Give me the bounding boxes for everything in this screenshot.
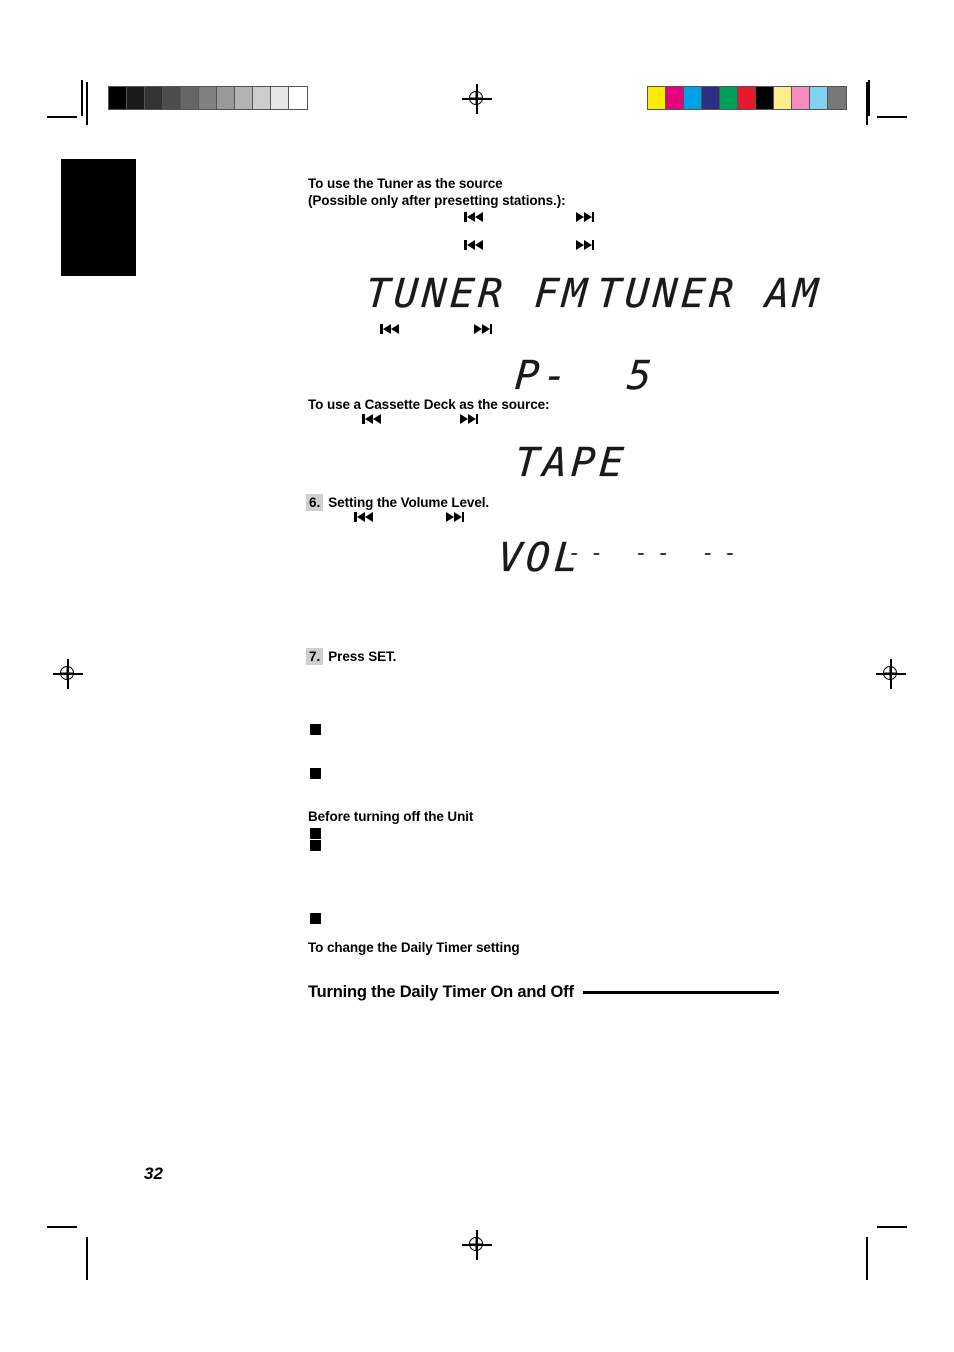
next-track-icon[interactable] xyxy=(575,239,594,250)
step-7-label: Press SET. xyxy=(328,649,397,664)
color-swatch-10 xyxy=(828,87,846,109)
step-6-row: 6. Setting the Volume Level. xyxy=(306,494,489,511)
color-swatch-0 xyxy=(648,87,666,109)
color-bar-right-tick xyxy=(868,80,870,116)
color-swatch-9 xyxy=(810,87,828,109)
lcd-display-tuner-fm: TUNER FM xyxy=(364,271,593,317)
change-daily-timer-heading: To change the Daily Timer setting xyxy=(308,940,520,955)
prev-track-icon[interactable] xyxy=(362,413,381,424)
grayscale-swatch-9 xyxy=(271,87,289,109)
color-swatch-3 xyxy=(702,87,720,109)
grayscale-swatch-6 xyxy=(217,87,235,109)
step-7-row: 7. Press SET. xyxy=(306,648,396,665)
grayscale-swatch-3 xyxy=(163,87,181,109)
lcd-display-tuner-am: TUNER AM xyxy=(595,271,824,317)
tuner-transport-row-2 xyxy=(464,239,594,250)
step-6-number: 6. xyxy=(306,494,324,511)
grayscale-swatch-1 xyxy=(127,87,145,109)
color-swatch-4 xyxy=(720,87,738,109)
grayscale-swatch-8 xyxy=(253,87,271,109)
next-track-icon[interactable] xyxy=(445,511,464,522)
trim-mark-bottom-left xyxy=(47,1226,77,1228)
grayscale-swatch-2 xyxy=(145,87,163,109)
prev-track-icon[interactable] xyxy=(354,511,373,522)
before-turning-off-heading: Before turning off the Unit xyxy=(308,809,474,824)
grayscale-swatch-0 xyxy=(109,87,127,109)
square-bullet-icon-note-4 xyxy=(310,840,321,851)
tape-transport-row xyxy=(362,413,478,424)
registration-mark-icon-bottom xyxy=(462,1230,492,1260)
registration-mark-icon-left xyxy=(53,659,83,689)
grayscale-swatch-10 xyxy=(289,87,307,109)
cassette-source-heading: To use a Cassette Deck as the source: xyxy=(308,397,550,412)
section-heading-daily-timer-on-off: Turning the Daily Timer On and Off xyxy=(308,983,779,1002)
trim-mark-right-bottom-vertical xyxy=(866,1237,868,1280)
trim-mark-top-left xyxy=(47,116,77,118)
square-bullet-icon-note-3 xyxy=(310,828,321,839)
color-calibration-bar xyxy=(647,86,847,110)
registration-mark-icon-right xyxy=(876,659,906,689)
lcd-display-preset-number: P- 5 xyxy=(513,353,658,399)
color-swatch-7 xyxy=(774,87,792,109)
color-swatch-5 xyxy=(738,87,756,109)
trim-mark-bottom-right xyxy=(877,1226,907,1228)
grayscale-swatch-5 xyxy=(199,87,217,109)
lcd-display-volume-digits: -- -- -- xyxy=(567,541,747,566)
color-swatch-6 xyxy=(756,87,774,109)
chapter-thumb-tab xyxy=(61,159,136,276)
trim-mark-left-bottom-vertical xyxy=(86,1237,88,1280)
tuner-source-heading: To use the Tuner as the source (Possible… xyxy=(308,176,566,208)
next-track-icon[interactable] xyxy=(473,323,492,334)
step-7-number: 7. xyxy=(306,648,324,665)
next-track-icon[interactable] xyxy=(575,211,594,222)
grayscale-bar-left-tick xyxy=(81,80,83,116)
step-6-label: Setting the Volume Level. xyxy=(328,495,490,510)
color-swatch-2 xyxy=(684,87,702,109)
trim-mark-top-right xyxy=(877,116,907,118)
prev-track-icon[interactable] xyxy=(380,323,399,334)
prev-track-icon[interactable] xyxy=(464,211,483,222)
lcd-display-tape: TAPE xyxy=(513,440,629,486)
color-swatch-8 xyxy=(792,87,810,109)
section-heading-text: Turning the Daily Timer On and Off xyxy=(308,983,574,1001)
volume-transport-row xyxy=(354,511,464,522)
square-bullet-icon-note-2 xyxy=(310,768,321,779)
color-swatch-1 xyxy=(666,87,684,109)
section-heading-rule xyxy=(582,991,779,994)
square-bullet-icon-note-5 xyxy=(310,913,321,924)
grayscale-swatch-4 xyxy=(181,87,199,109)
tuner-transport-row-1 xyxy=(464,211,594,222)
registration-mark-icon-top xyxy=(462,84,492,114)
next-track-icon[interactable] xyxy=(459,413,478,424)
preset-transport-row xyxy=(380,323,492,334)
page-number: 32 xyxy=(144,1164,163,1183)
trim-mark-left-top-vertical xyxy=(86,82,88,125)
square-bullet-icon-note-1 xyxy=(310,724,321,735)
prev-track-icon[interactable] xyxy=(464,239,483,250)
grayscale-swatch-7 xyxy=(235,87,253,109)
grayscale-calibration-bar xyxy=(108,86,308,110)
